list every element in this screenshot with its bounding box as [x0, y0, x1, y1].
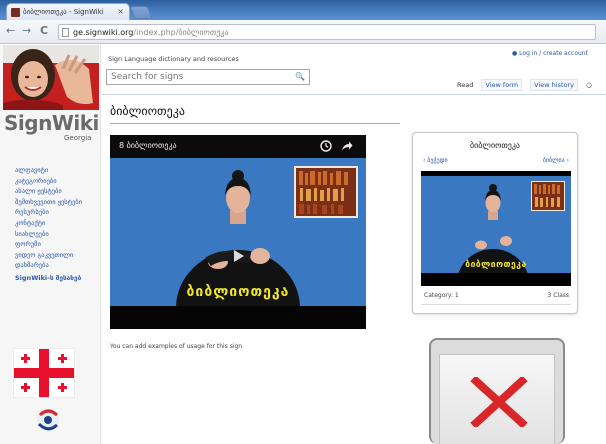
- title-divider: [110, 123, 400, 124]
- browser-toolbar: ← → C ge.signwiki.org/index.php/ბიბლიოთე…: [0, 20, 606, 44]
- video-title[interactable]: 8 ბიბლიოთეკა: [119, 141, 177, 150]
- sidebar-item[interactable]: ვიდეო გაკვეთილი: [15, 250, 82, 261]
- partner-emblem-icon: [28, 405, 68, 437]
- page-actions: Read View form View history ○: [457, 79, 598, 91]
- login-link-label: Log in / create account: [519, 50, 588, 57]
- browser-tab-title: ბიბლიოთეკა - SignWiki: [23, 8, 104, 16]
- sidebar-item[interactable]: ფორუმი: [15, 239, 82, 250]
- browser-window: ბიბლიოთეკა - SignWiki × ← → C ge.signwik…: [0, 0, 606, 444]
- card-video[interactable]: ბიბლიოთეკა: [421, 171, 571, 286]
- forward-button[interactable]: →: [22, 25, 31, 37]
- share-icon[interactable]: [341, 140, 353, 152]
- address-bar[interactable]: ge.signwiki.org/index.php/ბიბლიოთეკა: [58, 24, 596, 40]
- tab-close-button[interactable]: ×: [117, 7, 124, 16]
- page-icon: [62, 28, 69, 37]
- tab-view-history[interactable]: View history: [530, 79, 579, 91]
- video-frame[interactable]: ბიბლიოთეკა: [110, 158, 366, 306]
- card-next-link[interactable]: ბიბლია ›: [543, 157, 569, 164]
- sidebar-item[interactable]: რესურსები: [15, 207, 82, 218]
- reload-button[interactable]: C: [40, 25, 48, 37]
- page-title: ბიბლიოთეკა: [110, 104, 185, 118]
- search-box: 🔍: [106, 69, 310, 85]
- site-wordmark-subtitle: Georgia: [64, 134, 92, 142]
- url-path: /index.php/ბიბლიოთეკა: [133, 28, 229, 37]
- card-title[interactable]: ბიბლიოთეკა: [413, 141, 577, 150]
- sidebar-item[interactable]: სიახლეები: [15, 229, 82, 240]
- clock-icon[interactable]: [320, 140, 332, 152]
- georgia-flag: [13, 348, 75, 398]
- logo-photo[interactable]: [3, 45, 99, 110]
- video-title-bar: 8 ბიბლიოთეკა: [110, 135, 366, 158]
- red-x-icon: [470, 377, 528, 427]
- card-prev-link[interactable]: ‹ ბეჭედი: [423, 157, 448, 164]
- sidebar-item[interactable]: შემთხვევითი ჟესტები: [15, 197, 82, 208]
- sidebar-item[interactable]: დახმარება: [15, 260, 82, 271]
- sidebar-item[interactable]: ალფავიტი: [15, 165, 82, 176]
- card-video-bottom-bar: [421, 273, 571, 286]
- search-icon[interactable]: 🔍: [295, 72, 305, 81]
- favicon-icon: [11, 8, 20, 17]
- related-sign-card: ბიბლიოთეკა ‹ ბეჭედი ბიბლია › ბიბლიოთეკა …: [412, 132, 578, 314]
- web-page: SignWiki Georgia ალფავიტი კატეგორიები ახალ…: [0, 45, 606, 444]
- search-input[interactable]: [107, 70, 291, 84]
- sidebar-nav: ალფავიტი კატეგორიები ახალი ჟესტები შემთხვევ…: [15, 165, 82, 284]
- video-controls[interactable]: [110, 306, 366, 329]
- sidebar-item[interactable]: კატეგორიები: [15, 176, 82, 187]
- browser-tab-strip: ბიბლიოთეკა - SignWiki ×: [0, 0, 606, 20]
- sidebar: SignWiki Georgia ალფავიტი კატეგორიები ახალ…: [0, 45, 101, 444]
- url-host: ge.signwiki.org: [73, 28, 134, 37]
- card-divider: [421, 304, 571, 305]
- tab-read[interactable]: Read: [457, 81, 473, 89]
- new-tab-button[interactable]: [129, 6, 153, 19]
- image-placeholder-card: [429, 338, 565, 444]
- sidebar-item[interactable]: კონტაქტი: [15, 218, 82, 229]
- site-tagline: Sign Language dictionary and resources: [108, 55, 239, 63]
- card-category[interactable]: Category: 1: [424, 292, 459, 299]
- browser-tab[interactable]: ბიბლიოთეკა - SignWiki ×: [6, 3, 130, 20]
- usage-caption: You can add examples of usage for this s…: [110, 343, 243, 350]
- tab-view-form[interactable]: View form: [481, 79, 523, 91]
- card-count: 3 Class: [547, 292, 569, 299]
- video-player[interactable]: 8 ბიბლიოთეკა ბიბლიოთეკა: [110, 135, 366, 329]
- image-placeholder-frame: [439, 354, 555, 444]
- sidebar-item[interactable]: ახალი ჟესტები: [15, 186, 82, 197]
- back-button[interactable]: ←: [6, 25, 15, 37]
- login-link[interactable]: ● Log in / create account: [512, 50, 588, 57]
- sidebar-item-about[interactable]: SignWiki-ს შესახებ: [15, 273, 82, 284]
- video-caption-word: ბიბლიოთეკა: [186, 284, 290, 300]
- more-search-icon[interactable]: ○: [586, 81, 592, 89]
- card-caption-word: ბიბლიოთეკა: [465, 260, 527, 270]
- header-divider: [102, 94, 606, 95]
- site-wordmark[interactable]: SignWiki: [4, 113, 99, 133]
